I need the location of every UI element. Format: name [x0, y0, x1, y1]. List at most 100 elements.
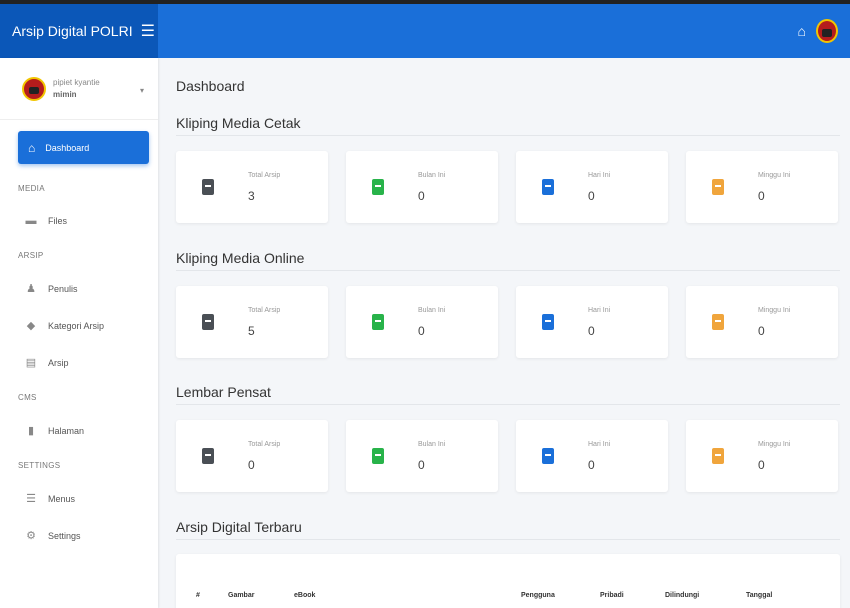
sidebar: pipiet kyantie mimin ▾ ⌂ Dashboard MEDIA…	[0, 58, 158, 608]
sidebar-item-label: Penulis	[48, 283, 78, 294]
table-header-pengguna: Pengguna	[521, 592, 555, 599]
stat-card-minggu[interactable]: Minggu Ini 0	[686, 151, 838, 223]
table-header-ebook: eBook	[294, 592, 316, 599]
table-header-tanggal: Tanggal	[746, 592, 773, 599]
app-title[interactable]: Arsip Digital POLRI	[12, 23, 133, 39]
chevron-down-icon[interactable]: ▾	[140, 86, 144, 95]
stat-card-bulan[interactable]: Bulan Ini 0	[346, 420, 498, 492]
sidebar-item-label: Halaman	[48, 425, 85, 436]
stat-label: Hari Ini	[588, 307, 611, 314]
stat-label: Bulan Ini	[418, 441, 446, 448]
home-icon: ⌂	[28, 140, 36, 155]
stat-label: Hari Ini	[588, 172, 611, 179]
sidebar-item-label: Menus	[48, 493, 76, 504]
stat-label: Bulan Ini	[418, 307, 446, 314]
section-title-arsip-digital-terbaru: Arsip Digital Terbaru	[176, 519, 840, 540]
stat-label: Minggu Ini	[758, 307, 791, 314]
stat-value: 0	[418, 189, 425, 203]
users-icon: ♟	[26, 283, 36, 295]
stat-label: Total Arsip	[248, 307, 281, 314]
stat-row: Total Arsip 5 Bulan Ini 0 Hari Ini 0 Min…	[176, 286, 838, 358]
stat-card-bulan[interactable]: Bulan Ini 0	[346, 286, 498, 358]
book-icon	[372, 314, 384, 330]
stat-card-total[interactable]: Total Arsip 0	[176, 420, 328, 492]
bars-icon: ☰	[26, 493, 36, 505]
stat-card-total[interactable]: Total Arsip 5	[176, 286, 328, 358]
book-icon	[542, 314, 554, 330]
sidebar-item-menus[interactable]: ☰ Menus	[0, 492, 158, 505]
folder-icon: ▬	[25, 215, 37, 227]
stat-value: 0	[588, 324, 595, 338]
book-icon	[542, 179, 554, 195]
user-name: pipiet kyantie	[53, 77, 100, 87]
polri-logo-icon[interactable]	[816, 19, 838, 43]
sidebar-item-label: Settings	[48, 530, 81, 541]
tags-icon: ◆	[26, 320, 36, 332]
sidebar-item-label: Arsip	[48, 357, 69, 368]
stat-label: Minggu Ini	[758, 441, 791, 448]
sidebar-item-kategori-arsip[interactable]: ◆ Kategori Arsip	[0, 319, 158, 332]
book-icon	[202, 314, 214, 330]
cog-icon: ⚙	[26, 530, 36, 542]
user-role: mimin	[53, 89, 77, 99]
section-heading-settings: SETTINGS	[18, 461, 61, 470]
user-panel[interactable]: pipiet kyantie mimin ▾	[0, 58, 158, 120]
sidebar-item-dashboard[interactable]: ⌂ Dashboard	[18, 131, 149, 164]
stat-card-total[interactable]: Total Arsip 3	[176, 151, 328, 223]
stat-card-minggu[interactable]: Minggu Ini 0	[686, 420, 838, 492]
stat-value: 0	[418, 324, 425, 338]
stat-label: Hari Ini	[588, 441, 611, 448]
book-icon	[712, 179, 724, 195]
stat-value: 5	[248, 324, 255, 338]
home-icon[interactable]: ⌂	[798, 23, 806, 39]
sidebar-item-files[interactable]: ▬ Files	[0, 215, 158, 227]
file-icon: ▮	[27, 425, 35, 437]
sidebar-item-arsip[interactable]: ▤ Arsip	[0, 356, 158, 369]
brand: Arsip Digital POLRI ☰	[0, 0, 158, 58]
stat-value: 0	[758, 324, 765, 338]
stat-value: 0	[418, 458, 425, 472]
stat-label: Total Arsip	[248, 441, 281, 448]
stat-card-bulan[interactable]: Bulan Ini 0	[346, 151, 498, 223]
main-content: Dashboard Kliping Media Cetak Total Arsi…	[158, 58, 850, 608]
stat-value: 0	[588, 458, 595, 472]
top-navbar: Arsip Digital POLRI ☰ ⌂	[0, 0, 850, 58]
stat-label: Total Arsip	[248, 172, 281, 179]
latest-archive-table: # Gambar eBook Pengguna Pribadi Dilindun…	[176, 554, 840, 608]
hamburger-menu-icon[interactable]: ☰	[141, 21, 155, 41]
stat-card-hari[interactable]: Hari Ini 0	[516, 286, 668, 358]
section-heading-arsip: ARSIP	[18, 251, 44, 260]
sidebar-item-settings[interactable]: ⚙ Settings	[0, 529, 158, 542]
table-header-dilindungi: Dilindungi	[665, 592, 700, 599]
stat-value: 0	[758, 189, 765, 203]
section-title-lembar-pensat: Lembar Pensat	[176, 384, 840, 405]
sidebar-item-penulis[interactable]: ♟ Penulis	[0, 282, 158, 295]
stat-label: Bulan Ini	[418, 172, 446, 179]
book-icon	[712, 314, 724, 330]
sidebar-item-label: Files	[48, 216, 68, 226]
stat-label: Minggu Ini	[758, 172, 791, 179]
book-icon	[712, 448, 724, 464]
stat-value: 0	[758, 458, 765, 472]
stat-value: 0	[588, 189, 595, 203]
book-icon	[202, 448, 214, 464]
section-title-kliping-media-online: Kliping Media Online	[176, 250, 840, 271]
table-header-gambar: Gambar	[228, 592, 255, 599]
stat-card-hari[interactable]: Hari Ini 0	[516, 151, 668, 223]
page-title: Dashboard	[176, 78, 245, 94]
table-header-number: #	[196, 592, 200, 599]
stat-card-hari[interactable]: Hari Ini 0	[516, 420, 668, 492]
stat-value: 3	[248, 189, 255, 203]
stat-card-minggu[interactable]: Minggu Ini 0	[686, 286, 838, 358]
sidebar-item-halaman[interactable]: ▮ Halaman	[0, 424, 158, 437]
section-title-kliping-media-cetak: Kliping Media Cetak	[176, 115, 840, 136]
sidebar-item-label: Kategori Arsip	[48, 320, 105, 331]
book-icon: ▤	[25, 357, 37, 369]
stat-value: 0	[248, 458, 255, 472]
section-heading-media: MEDIA	[18, 184, 45, 193]
book-icon	[542, 448, 554, 464]
stat-row: Total Arsip 0 Bulan Ini 0 Hari Ini 0 Min…	[176, 420, 838, 492]
book-icon	[372, 179, 384, 195]
sidebar-item-label: Dashboard	[45, 142, 90, 153]
section-heading-cms: CMS	[18, 393, 37, 402]
